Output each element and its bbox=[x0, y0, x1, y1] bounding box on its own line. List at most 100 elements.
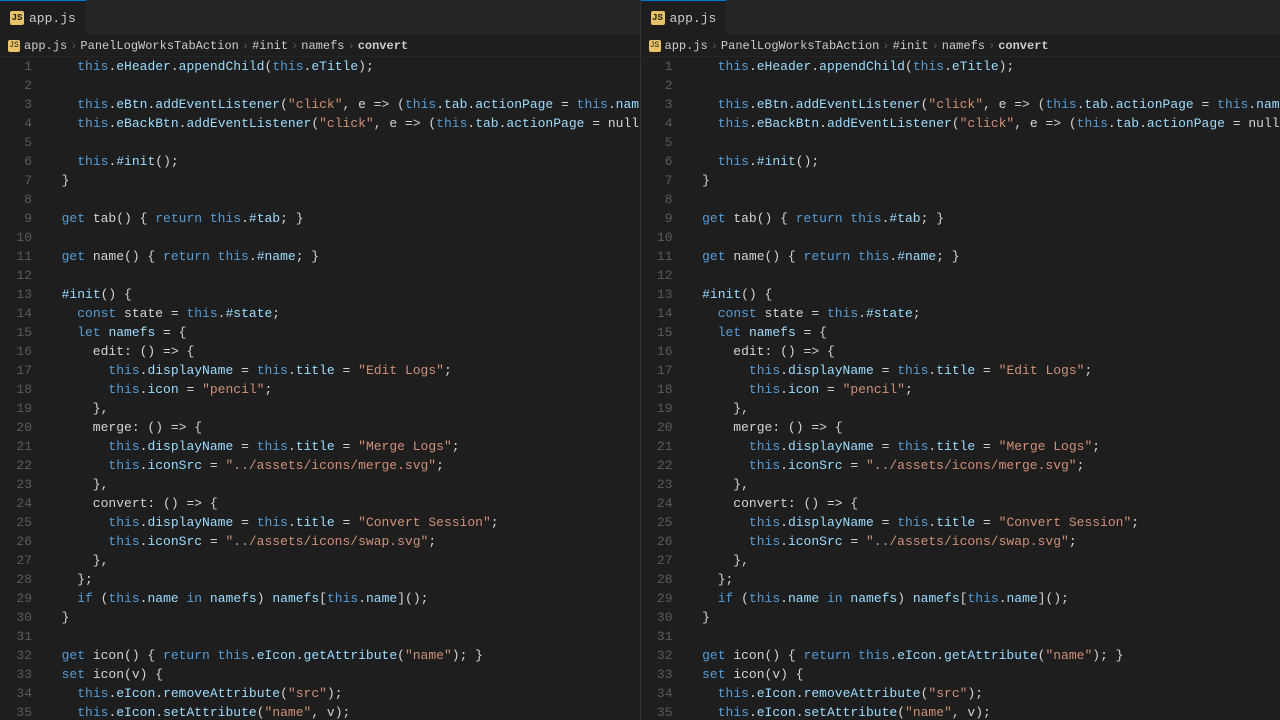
code-line: 25 this.displayName = this.title = "Conv… bbox=[0, 513, 640, 532]
code-line: 7 } bbox=[641, 171, 1280, 190]
line-number: 2 bbox=[641, 76, 681, 95]
code-line: 29 if (this.name in namefs) namefs[this.… bbox=[641, 589, 1280, 608]
line-content: merge: () => { bbox=[40, 418, 640, 437]
code-line: 15 let namefs = { bbox=[641, 323, 1280, 342]
code-line: 30 } bbox=[0, 608, 640, 627]
line-number: 3 bbox=[641, 95, 681, 114]
code-line: 26 this.iconSrc = "../assets/icons/swap.… bbox=[641, 532, 1280, 551]
bc-convert-left: convert bbox=[358, 39, 408, 53]
code-line: 3 this.eBtn.addEventListener("click", e … bbox=[0, 95, 640, 114]
line-number: 15 bbox=[0, 323, 40, 342]
line-content: get icon() { return this.eIcon.getAttrib… bbox=[681, 646, 1280, 665]
line-content: }, bbox=[40, 475, 640, 494]
line-number: 19 bbox=[641, 399, 681, 418]
editor-pane-left[interactable]: 1 this.eHeader.appendChild(this.eTitle);… bbox=[0, 57, 641, 720]
line-content bbox=[40, 190, 640, 209]
line-number: 22 bbox=[0, 456, 40, 475]
code-line: 21 this.displayName = this.title = "Merg… bbox=[641, 437, 1280, 456]
code-line: 22 this.iconSrc = "../assets/icons/merge… bbox=[0, 456, 640, 475]
line-number: 20 bbox=[0, 418, 40, 437]
line-number: 21 bbox=[0, 437, 40, 456]
line-content: this.eIcon.removeAttribute("src"); bbox=[40, 684, 640, 703]
line-number: 28 bbox=[0, 570, 40, 589]
bc-class-left: PanelLogWorksTabAction bbox=[80, 39, 238, 53]
code-line: 5 bbox=[0, 133, 640, 152]
line-content: edit: () => { bbox=[40, 342, 640, 361]
code-line: 34 this.eIcon.removeAttribute("src"); bbox=[0, 684, 640, 703]
code-line: 18 this.icon = "pencil"; bbox=[641, 380, 1280, 399]
code-line: 24 convert: () => { bbox=[0, 494, 640, 513]
code-line: 29 if (this.name in namefs) namefs[this.… bbox=[0, 589, 640, 608]
line-content: }, bbox=[40, 551, 640, 570]
line-content: } bbox=[681, 171, 1280, 190]
line-content: }; bbox=[681, 570, 1280, 589]
line-content: set icon(v) { bbox=[681, 665, 1280, 684]
line-content: this.eBtn.addEventListener("click", e =>… bbox=[681, 95, 1280, 114]
code-line: 13 #init() { bbox=[641, 285, 1280, 304]
line-content: this.eIcon.setAttribute("name", v); bbox=[40, 703, 640, 720]
js-file-icon-left: JS bbox=[10, 11, 24, 25]
code-area-right[interactable]: 1 this.eHeader.appendChild(this.eTitle);… bbox=[641, 57, 1280, 720]
line-number: 22 bbox=[641, 456, 681, 475]
line-content: #init() { bbox=[681, 285, 1280, 304]
code-line: 19 }, bbox=[0, 399, 640, 418]
tab-left-app-js[interactable]: JS app.js bbox=[0, 0, 87, 35]
line-number: 28 bbox=[641, 570, 681, 589]
line-number: 30 bbox=[641, 608, 681, 627]
line-content: get icon() { return this.eIcon.getAttrib… bbox=[40, 646, 640, 665]
line-number: 2 bbox=[0, 76, 40, 95]
code-line: 12 bbox=[641, 266, 1280, 285]
line-number: 19 bbox=[0, 399, 40, 418]
line-content bbox=[681, 76, 1280, 95]
line-content: const state = this.#state; bbox=[681, 304, 1280, 323]
code-line: 4 this.eBackBtn.addEventListener("click"… bbox=[0, 114, 640, 133]
line-number: 31 bbox=[641, 627, 681, 646]
editor-pane-right[interactable]: 1 this.eHeader.appendChild(this.eTitle);… bbox=[641, 57, 1280, 720]
line-number: 11 bbox=[0, 247, 40, 266]
line-content bbox=[40, 133, 640, 152]
code-line: 3 this.eBtn.addEventListener("click", e … bbox=[641, 95, 1280, 114]
line-number: 1 bbox=[641, 57, 681, 76]
line-content bbox=[40, 228, 640, 247]
line-number: 5 bbox=[641, 133, 681, 152]
code-area-left[interactable]: 1 this.eHeader.appendChild(this.eTitle);… bbox=[0, 57, 640, 720]
line-number: 12 bbox=[641, 266, 681, 285]
code-line: 34 this.eIcon.removeAttribute("src"); bbox=[641, 684, 1280, 703]
line-number: 10 bbox=[0, 228, 40, 247]
line-content: this.eHeader.appendChild(this.eTitle); bbox=[681, 57, 1280, 76]
line-content: this.displayName = this.title = "Merge L… bbox=[40, 437, 640, 456]
line-number: 14 bbox=[0, 304, 40, 323]
line-number: 18 bbox=[0, 380, 40, 399]
line-content: if (this.name in namefs) namefs[this.nam… bbox=[681, 589, 1280, 608]
line-number: 9 bbox=[0, 209, 40, 228]
line-content bbox=[681, 627, 1280, 646]
bc-init-right: #init bbox=[893, 39, 929, 53]
line-number: 32 bbox=[641, 646, 681, 665]
line-content: this.eHeader.appendChild(this.eTitle); bbox=[40, 57, 640, 76]
js-file-icon-right: JS bbox=[651, 11, 665, 25]
line-number: 6 bbox=[0, 152, 40, 171]
line-number: 8 bbox=[0, 190, 40, 209]
line-content: const state = this.#state; bbox=[40, 304, 640, 323]
line-content: if (this.name in namefs) namefs[this.nam… bbox=[40, 589, 640, 608]
line-content bbox=[681, 266, 1280, 285]
line-content: convert: () => { bbox=[40, 494, 640, 513]
code-line: 10 bbox=[641, 228, 1280, 247]
line-content: this.displayName = this.title = "Edit Lo… bbox=[40, 361, 640, 380]
line-content: }; bbox=[40, 570, 640, 589]
code-line: 33 set icon(v) { bbox=[641, 665, 1280, 684]
tab-right-app-js[interactable]: JS app.js bbox=[641, 0, 728, 35]
line-number: 17 bbox=[641, 361, 681, 380]
line-content: this.eBtn.addEventListener("click", e =>… bbox=[40, 95, 640, 114]
bc-appjs-right: app.js bbox=[665, 39, 708, 53]
line-number: 9 bbox=[641, 209, 681, 228]
editor-container: JS app.js JS app.js JS app.js › PanelLog… bbox=[0, 0, 1280, 720]
editors-row: 1 this.eHeader.appendChild(this.eTitle);… bbox=[0, 57, 1280, 720]
line-number: 27 bbox=[0, 551, 40, 570]
code-line: 1 this.eHeader.appendChild(this.eTitle); bbox=[641, 57, 1280, 76]
code-line: 16 edit: () => { bbox=[641, 342, 1280, 361]
line-content bbox=[681, 133, 1280, 152]
line-content bbox=[40, 627, 640, 646]
line-number: 25 bbox=[0, 513, 40, 532]
line-number: 13 bbox=[641, 285, 681, 304]
